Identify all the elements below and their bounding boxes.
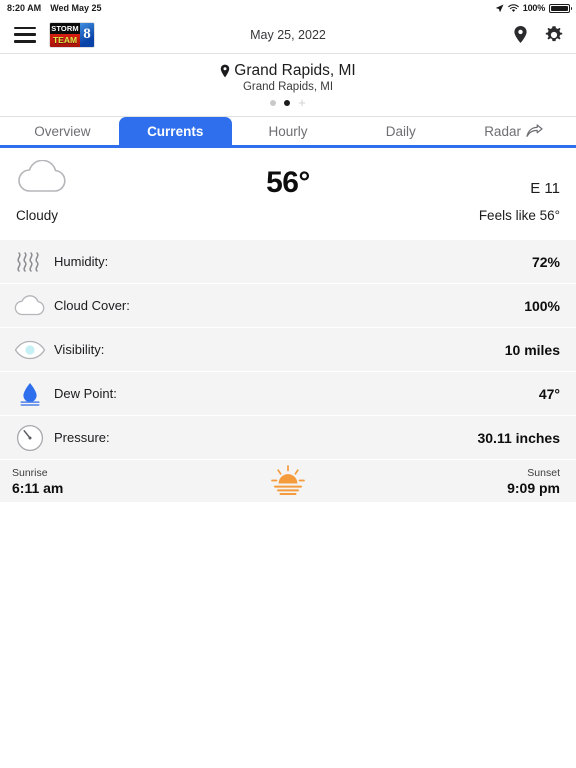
sunrise-time: 6:11 am bbox=[12, 479, 64, 496]
sunset-time: 9:09 pm bbox=[507, 479, 560, 496]
detail-row-humidity[interactable]: Humidity: 72% bbox=[0, 240, 576, 283]
location-primary-row: Grand Rapids, MI bbox=[0, 62, 576, 80]
tab-daily-label: Daily bbox=[385, 123, 416, 139]
map-pin-icon bbox=[221, 64, 230, 78]
tab-hourly[interactable]: Hourly bbox=[232, 117, 345, 145]
detail-rows: Humidity: 72% Cloud Cover: 100% Visibili… bbox=[0, 240, 576, 460]
detail-value-visibility: 10 miles bbox=[504, 341, 560, 358]
tab-bar: Overview Currents Hourly Daily Radar bbox=[0, 117, 576, 148]
tab-overview[interactable]: Overview bbox=[6, 117, 119, 145]
add-location-button[interactable]: + bbox=[298, 96, 306, 109]
storm-team-8-logo: STORM TEAM 8 bbox=[50, 22, 94, 47]
logo-text-block: STORM TEAM bbox=[50, 22, 80, 47]
tab-currents[interactable]: Currents bbox=[118, 117, 232, 145]
battery-full-icon bbox=[549, 3, 572, 13]
app-header: STORM TEAM 8 May 25, 2022 bbox=[0, 16, 576, 54]
detail-row-dew-point[interactable]: Dew Point: 47° bbox=[0, 372, 576, 415]
pager-dot-2-active[interactable] bbox=[284, 100, 291, 106]
logo-line-storm: STORM bbox=[50, 22, 80, 34]
logo-line-team: TEAM bbox=[50, 33, 80, 47]
detail-label-pressure: Pressure: bbox=[54, 430, 110, 445]
current-condition-label: Cloudy bbox=[16, 208, 59, 223]
cloud-icon bbox=[12, 294, 48, 317]
detail-value-pressure: 30.11 inches bbox=[477, 429, 560, 446]
current-conditions: 56° E 11 Cloudy Feels like 56° bbox=[0, 148, 576, 240]
current-feels-like: Feels like 56° bbox=[478, 208, 560, 223]
empty-content-area bbox=[0, 502, 576, 768]
map-pin-icon[interactable] bbox=[513, 25, 528, 44]
status-bar: 8:20 AM Wed May 25 100% bbox=[0, 0, 576, 16]
detail-label-humidity: Humidity: bbox=[54, 254, 109, 269]
detail-label-dew-point: Dew Point: bbox=[54, 386, 117, 401]
detail-value-humidity: 72% bbox=[531, 253, 560, 270]
tab-currents-label: Currents bbox=[147, 123, 204, 139]
location-block[interactable]: Grand Rapids, MI Grand Rapids, MI + bbox=[0, 54, 576, 117]
current-temperature: 56° bbox=[266, 166, 310, 199]
current-top-row: 56° E 11 bbox=[16, 158, 560, 204]
sunrise-icon bbox=[0, 464, 576, 498]
current-bottom-row: Cloudy Feels like 56° bbox=[16, 208, 560, 223]
location-pager[interactable]: + bbox=[0, 96, 576, 109]
header-date: May 25, 2022 bbox=[250, 27, 326, 42]
share-arrow-icon bbox=[526, 124, 543, 137]
tab-overview-label: Overview bbox=[34, 123, 91, 139]
sunset-block: Sunset 9:09 pm bbox=[507, 467, 560, 496]
sunrise-sunset-row: Sunrise 6:11 am Sunset 9:09 pm bbox=[0, 460, 576, 502]
tab-daily[interactable]: Daily bbox=[344, 117, 457, 145]
sunrise-block: Sunrise 6:11 am bbox=[12, 467, 63, 496]
wifi-icon bbox=[507, 3, 519, 12]
sunset-label: Sunset bbox=[527, 466, 560, 479]
location-arrow-icon bbox=[495, 4, 504, 12]
status-bar-date: Wed May 25 bbox=[50, 3, 102, 13]
detail-row-visibility[interactable]: Visibility: 10 miles bbox=[0, 328, 576, 371]
status-bar-left: 8:20 AM Wed May 25 bbox=[7, 3, 102, 13]
detail-label-visibility: Visibility: bbox=[54, 342, 105, 357]
tab-radar[interactable]: Radar bbox=[457, 117, 570, 145]
detail-value-cloud-cover: 100% bbox=[524, 297, 560, 314]
header-actions bbox=[513, 25, 564, 45]
detail-value-dew-point: 47° bbox=[538, 385, 560, 402]
location-secondary-name: Grand Rapids, MI bbox=[242, 81, 334, 93]
app-root: 8:20 AM Wed May 25 100% STORM TEAM 8 May… bbox=[0, 0, 576, 768]
water-drop-icon bbox=[12, 381, 48, 407]
pager-dot-1[interactable] bbox=[270, 100, 277, 106]
tab-hourly-label: Hourly bbox=[268, 123, 308, 139]
gear-icon[interactable] bbox=[544, 25, 564, 45]
detail-row-cloud-cover[interactable]: Cloud Cover: 100% bbox=[0, 284, 576, 327]
eye-visibility-icon bbox=[12, 340, 48, 360]
logo-channel-number: 8 bbox=[80, 22, 94, 47]
humidity-waves-icon bbox=[12, 250, 48, 274]
detail-row-pressure[interactable]: Pressure: 30.11 inches bbox=[0, 416, 576, 459]
battery-percent: 100% bbox=[522, 3, 545, 13]
status-bar-time: 8:20 AM bbox=[7, 3, 42, 13]
detail-label-cloud-cover: Cloud Cover: bbox=[54, 298, 130, 313]
status-bar-right: 100% bbox=[495, 3, 572, 13]
pressure-gauge-icon bbox=[12, 424, 48, 452]
sunrise-label: Sunrise bbox=[12, 466, 48, 479]
location-primary-name: Grand Rapids, MI bbox=[234, 62, 356, 79]
tab-radar-label: Radar bbox=[484, 123, 521, 139]
hamburger-menu-icon[interactable] bbox=[14, 26, 36, 43]
